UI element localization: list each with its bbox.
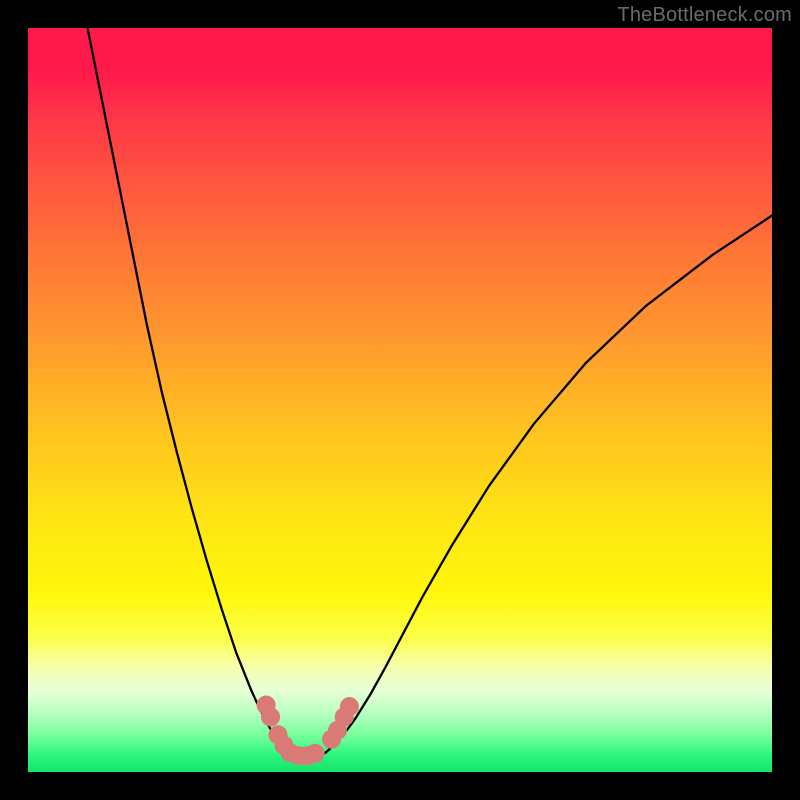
marker-point: [306, 744, 325, 763]
watermark-text: TheBottleneck.com: [617, 4, 792, 27]
series-right-curve: [326, 215, 772, 752]
plot-area: [28, 28, 772, 772]
series-left-curve: [88, 28, 289, 753]
curve-layer: [28, 28, 772, 772]
marker-point: [261, 707, 280, 726]
marker-point: [340, 697, 359, 716]
chart-frame: TheBottleneck.com: [0, 0, 800, 800]
